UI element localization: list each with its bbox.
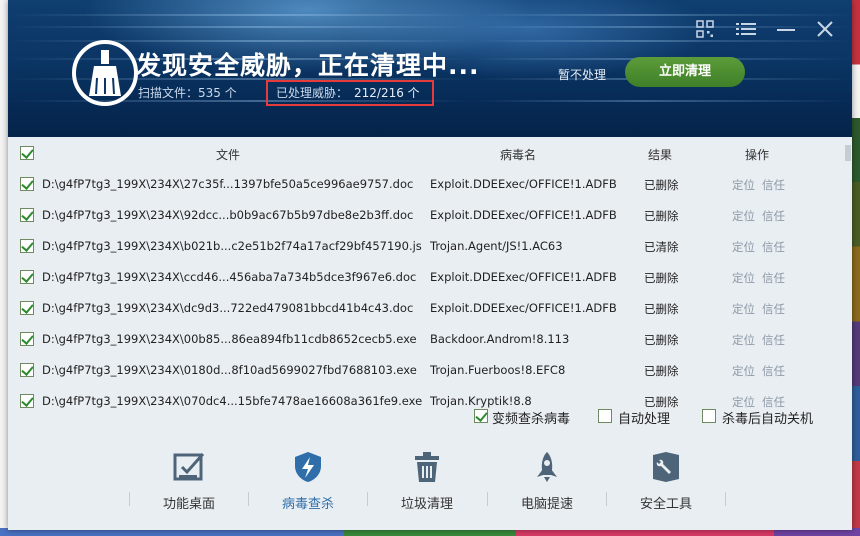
scan-count-label: 扫描文件：535 个: [138, 86, 237, 100]
tool-speedup[interactable]: 电脑提速: [492, 447, 602, 521]
trust-link[interactable]: 信任: [762, 239, 785, 255]
col-file: 文件: [216, 148, 241, 162]
tool-virus-scan[interactable]: 病毒查杀: [253, 447, 363, 521]
locate-link[interactable]: 定位: [732, 208, 755, 224]
locate-link[interactable]: 定位: [732, 239, 755, 255]
trash-icon: [411, 451, 443, 483]
row-result: 已删除: [644, 333, 679, 347]
table-row[interactable]: D:\g4fP7tg3_199X\234X\0180d...8f10ad5699…: [8, 355, 844, 386]
auto-shutdown-option[interactable]: 杀毒后自动关机: [702, 408, 832, 427]
row-file-path: D:\g4fP7tg3_199X\234X\0180d...8f10ad5699…: [42, 363, 417, 377]
trust-link[interactable]: 信任: [762, 301, 785, 317]
row-file-path: D:\g4fP7tg3_199X\234X\070dc4...15bfe7478…: [42, 394, 423, 408]
row-file-path: D:\g4fP7tg3_199X\234X\27c35f...1397bfe50…: [42, 177, 414, 191]
clean-now-button[interactable]: 立即清理: [625, 57, 745, 87]
tool-label: 病毒查杀: [281, 497, 334, 512]
tool-label: 安全工具: [639, 497, 692, 512]
close-icon[interactable]: [816, 20, 836, 40]
row-result: 已删除: [644, 364, 679, 378]
col-action: 操作: [745, 148, 770, 162]
menu-icon[interactable]: [736, 20, 756, 40]
skip-button[interactable]: 暂不处理: [558, 66, 606, 83]
variant-checkbox[interactable]: [474, 409, 488, 423]
locate-link[interactable]: 定位: [732, 301, 755, 317]
row-virus-name: Backdoor.Androm!8.113: [430, 332, 570, 346]
trust-link[interactable]: 信任: [762, 270, 785, 286]
tool-label: 电脑提速: [520, 497, 573, 512]
auto-shutdown-checkbox[interactable]: [702, 409, 716, 423]
rocket-icon: [531, 451, 563, 483]
toolbox-icon: [650, 451, 682, 483]
row-result: 已删除: [644, 271, 679, 285]
row-checkbox[interactable]: [20, 270, 34, 284]
locate-link[interactable]: 定位: [732, 363, 755, 379]
row-virus-name: Trojan.Agent/JS!1.AC63: [430, 239, 563, 253]
row-result: 已删除: [644, 178, 679, 192]
chart-check-icon: [173, 451, 205, 483]
antivirus-window: 发现安全威胁，正在清理中... 扫描文件：535 个 已处理威胁： 212/21…: [8, 0, 852, 530]
row-virus-name: Exploit.DDEExec/OFFICE!1.ADFB: [430, 208, 617, 222]
row-file-path: D:\g4fP7tg3_199X\234X\ccd46...456aba7a73…: [42, 270, 417, 284]
trust-link[interactable]: 信任: [762, 363, 785, 379]
row-checkbox[interactable]: [20, 301, 34, 315]
auto-handle-label: 自动处理: [618, 412, 671, 427]
row-result: 已清除: [644, 240, 679, 254]
tool-junk-clean[interactable]: 垃圾清理: [372, 447, 482, 521]
trust-link[interactable]: 信任: [762, 208, 785, 224]
tool-security-tools[interactable]: 安全工具: [611, 447, 721, 521]
window-controls: [696, 18, 836, 42]
bottom-toolbar: 功能桌面 病毒查杀 垃圾清理 电脑提速 安全工具: [8, 429, 852, 530]
row-result: 已删除: [644, 209, 679, 223]
row-checkbox[interactable]: [20, 239, 34, 253]
row-checkbox[interactable]: [20, 363, 34, 377]
row-checkbox[interactable]: [20, 332, 34, 346]
row-file-path: D:\g4fP7tg3_199X\234X\b021b...c2e51b2f74…: [42, 239, 422, 253]
broom-logo-icon: [72, 40, 138, 106]
row-virus-name: Exploit.DDEExec/OFFICE!1.ADFB: [430, 301, 617, 315]
threat-table: 文件 病毒名 结果 操作 D:\g4fP7tg3_199X\234X\27c35…: [8, 137, 852, 429]
locate-link[interactable]: 定位: [732, 177, 755, 193]
threat-label: 已处理威胁：: [276, 86, 349, 100]
auto-handle-checkbox[interactable]: [598, 409, 612, 423]
tool-desktop[interactable]: 功能桌面: [134, 447, 244, 521]
row-checkbox[interactable]: [20, 394, 34, 408]
table-row[interactable]: D:\g4fP7tg3_199X\234X\b021b...c2e51b2f74…: [8, 231, 844, 262]
locate-link[interactable]: 定位: [732, 332, 755, 348]
table-row[interactable]: D:\g4fP7tg3_199X\234X\dc9d3...722ed47908…: [8, 293, 844, 324]
table-row[interactable]: D:\g4fP7tg3_199X\234X\92dcc...b0b9ac67b5…: [8, 200, 844, 231]
tool-label: 垃圾清理: [400, 497, 453, 512]
row-file-path: D:\g4fP7tg3_199X\234X\00b85...86ea894fb1…: [42, 332, 417, 346]
row-result: 已删除: [644, 302, 679, 316]
row-virus-name: Exploit.DDEExec/OFFICE!1.ADFB: [430, 270, 617, 284]
row-file-path: D:\g4fP7tg3_199X\234X\dc9d3...722ed47908…: [42, 301, 414, 315]
select-all-checkbox[interactable]: [20, 146, 34, 160]
table-row[interactable]: D:\g4fP7tg3_199X\234X\27c35f...1397bfe50…: [8, 169, 844, 200]
row-virus-name: Trojan.Fuerboos!8.EFC8: [430, 363, 566, 377]
tool-label: 功能桌面: [162, 497, 215, 512]
table-scrollbar[interactable]: [845, 145, 851, 161]
table-row[interactable]: D:\g4fP7tg3_199X\234X\00b85...86ea894fb1…: [8, 324, 844, 355]
locate-link[interactable]: 定位: [732, 270, 755, 286]
col-result: 结果: [648, 148, 673, 162]
auto-handle-option[interactable]: 自动处理: [598, 408, 688, 427]
table-header: 文件 病毒名 结果 操作: [8, 137, 844, 167]
trust-link[interactable]: 信任: [762, 177, 785, 193]
scan-header: 发现安全威胁，正在清理中... 扫描文件：535 个 已处理威胁： 212/21…: [8, 0, 852, 137]
table-row[interactable]: D:\g4fP7tg3_199X\234X\ccd46...456aba7a73…: [8, 262, 844, 293]
row-virus-name: Trojan.Kryptik!8.8: [430, 394, 532, 408]
row-checkbox[interactable]: [20, 208, 34, 222]
shield-bolt-icon: [292, 451, 324, 483]
row-virus-name: Exploit.DDEExec/OFFICE!1.ADFB: [430, 177, 617, 191]
auto-shutdown-label: 杀毒后自动关机: [722, 412, 814, 427]
variant-option[interactable]: 变频查杀病毒: [474, 408, 584, 427]
minimize-icon[interactable]: [776, 20, 796, 40]
variant-label: 变频查杀病毒: [492, 412, 571, 427]
row-checkbox[interactable]: [20, 177, 34, 191]
row-file-path: D:\g4fP7tg3_199X\234X\92dcc...b0b9ac67b5…: [42, 208, 414, 222]
threat-count: 212/216 个: [354, 86, 420, 100]
qr-code-icon[interactable]: [696, 20, 716, 40]
page-title: 发现安全威胁，正在清理中...: [136, 51, 480, 80]
col-virus: 病毒名: [500, 148, 537, 162]
trust-link[interactable]: 信任: [762, 332, 785, 348]
